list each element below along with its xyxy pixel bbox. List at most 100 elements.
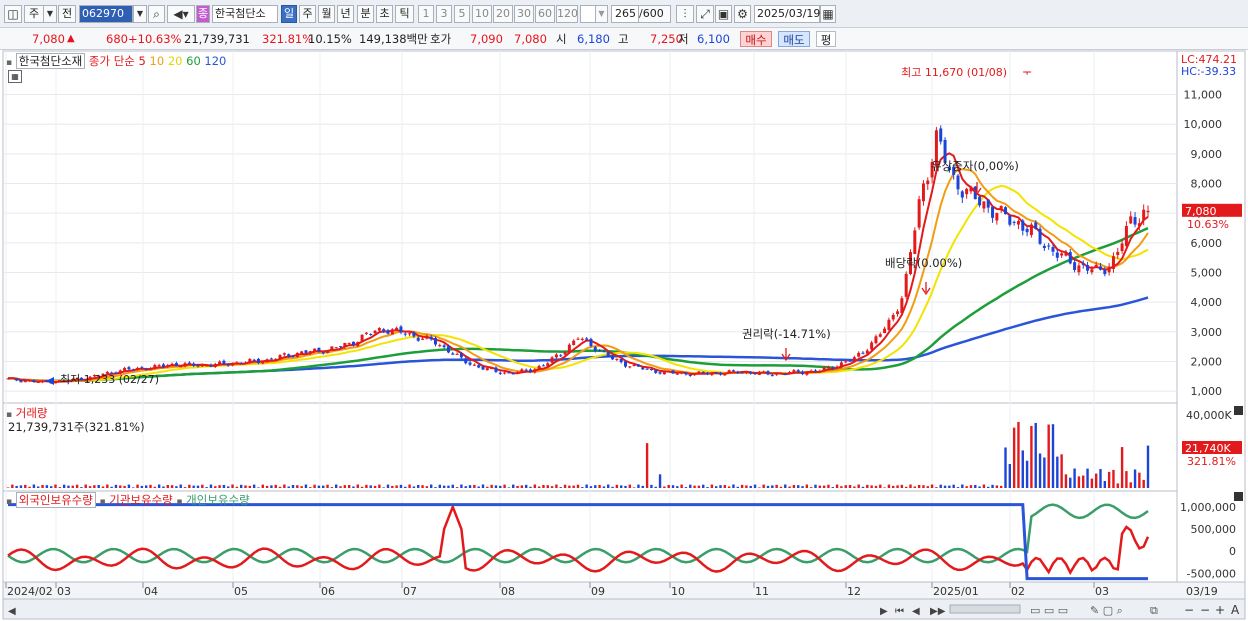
volume-bar: [252, 484, 256, 488]
tab-period-week[interactable]: 주: [299, 5, 316, 23]
speaker-icon[interactable]: ◀▾: [167, 5, 195, 23]
legend-foreign-holdings[interactable]: 외국인보유수량: [15, 492, 96, 508]
volume-bar: [930, 484, 934, 488]
candle-body: [580, 338, 584, 340]
candle-body: [783, 373, 787, 375]
volume-bar: [11, 484, 14, 488]
interval-dropdown-icon[interactable]: ▼: [595, 5, 608, 23]
chevron-down-icon[interactable]: ▼: [43, 5, 57, 23]
scroll-thumb[interactable]: [949, 604, 1021, 614]
scroll-start-icon[interactable]: ⏮: [895, 606, 904, 617]
candle-body: [369, 334, 373, 336]
candle-body: [209, 364, 213, 367]
legend-ma-10[interactable]: 10: [150, 54, 165, 68]
volume-title[interactable]: 거래량: [16, 406, 48, 420]
legend-ma-120[interactable]: 120: [204, 54, 226, 68]
sell-button[interactable]: 매도: [778, 31, 810, 47]
table-toggle-icon[interactable]: ▦: [8, 70, 22, 83]
volume-bar: [689, 484, 692, 488]
volume-bar: [874, 485, 878, 488]
legend-institution-holdings[interactable]: 기관보유수량: [109, 493, 172, 507]
candle-body: [563, 352, 567, 355]
volume-bar: [684, 487, 688, 488]
window-icon[interactable]: ◫: [4, 5, 22, 23]
calendar-icon[interactable]: ▦: [820, 5, 836, 23]
volume-bar: [654, 486, 657, 488]
legend-stock-name[interactable]: 한국첨단소재: [15, 53, 86, 69]
candle-body: [753, 373, 757, 375]
volume-bar: [628, 484, 632, 488]
volume-bar: [442, 485, 446, 488]
interval-120[interactable]: 120: [556, 5, 578, 23]
stock-name-field[interactable]: 한국첨단소: [212, 5, 278, 23]
legend-ma-60[interactable]: 60: [186, 54, 201, 68]
interval-5[interactable]: 5: [454, 5, 470, 23]
price-change: 680: [106, 32, 128, 46]
interval-20[interactable]: 20: [493, 5, 513, 23]
search-icon[interactable]: ⌕: [148, 5, 165, 23]
scroll-left-icon[interactable]: ◀: [8, 606, 16, 617]
interval-60[interactable]: 60: [535, 5, 555, 23]
buy-button[interactable]: 매수: [740, 31, 772, 47]
open-price: 6,180: [577, 32, 610, 46]
volume-bar: [943, 485, 947, 488]
volume-bar: [417, 484, 420, 488]
candle-body: [425, 335, 429, 339]
interval-3[interactable]: 3: [436, 5, 452, 23]
tab-period-day[interactable]: 일: [281, 5, 297, 23]
tab-period-second[interactable]: 초: [376, 5, 393, 23]
layout-icon[interactable]: ▭ ▭ ▭: [1030, 604, 1068, 617]
date-input[interactable]: 2025/03/19: [754, 5, 820, 23]
legend-ma-20[interactable]: 20: [168, 54, 183, 68]
scroll-next-icon[interactable]: ▶▶: [930, 606, 946, 617]
tab-period-month[interactable]: 월: [318, 5, 335, 23]
interval-10[interactable]: 10: [472, 5, 492, 23]
candle-body: [1025, 228, 1029, 233]
tool-icons[interactable]: ✎ ▢ ⌕: [1090, 604, 1123, 617]
candle-body: [956, 175, 960, 190]
volume-bar: [542, 484, 545, 488]
chart-canvas[interactable]: 11,00010,0009,0008,0007,0006,0005,0004,0…: [0, 50, 1248, 621]
scroll-right-icon[interactable]: ▶: [880, 606, 888, 617]
market-badge: 종: [196, 5, 210, 23]
candle-body: [805, 372, 809, 375]
legend-individual-holdings[interactable]: 개인보유수량: [186, 493, 249, 507]
tab-period-tick[interactable]: 틱: [395, 5, 414, 23]
font-size-icon[interactable]: A: [1231, 603, 1240, 617]
volume-bar: [961, 484, 964, 488]
trend-tool-icon[interactable]: ⤢: [696, 5, 714, 23]
low-marker-label: 최저 1,233 (02/27): [60, 373, 159, 386]
stock-code-input[interactable]: 062970: [79, 5, 133, 23]
candle-body: [891, 314, 895, 320]
legend-bullet-icon: ▪: [6, 497, 13, 507]
volume-bar: [723, 485, 727, 488]
tab-period-year[interactable]: 년: [337, 5, 354, 23]
code-dropdown-icon[interactable]: ▼: [133, 5, 147, 23]
high-marker-label: 최고 11,670 (01/08): [901, 66, 1007, 79]
compare-icon[interactable]: ⧉: [1150, 604, 1158, 617]
eval-button[interactable]: 평: [816, 31, 836, 47]
holdings-close-icon[interactable]: [1234, 492, 1243, 501]
interval-30[interactable]: 30: [514, 5, 534, 23]
volume-bar: [602, 486, 606, 488]
gear-icon[interactable]: ⚙: [734, 5, 751, 23]
legend-price-type[interactable]: 종가 단순: [89, 54, 135, 68]
low-label: 저: [678, 32, 689, 46]
candle-body: [1103, 270, 1107, 275]
tab-period-minute[interactable]: 분: [357, 5, 374, 23]
volume-bar: [270, 485, 273, 488]
count-input[interactable]: 265: [611, 5, 639, 23]
save-icon[interactable]: ▣: [715, 5, 732, 23]
volume-bar: [969, 485, 973, 488]
prev-button[interactable]: 전: [58, 5, 76, 23]
volume-close-icon[interactable]: [1234, 406, 1243, 415]
volume-bar: [745, 485, 748, 488]
candle-body: [10, 377, 14, 379]
scroll-prev-icon[interactable]: ◀: [912, 606, 920, 617]
zoom-in-icon[interactable]: +: [1215, 603, 1225, 617]
market-select[interactable]: 주: [24, 5, 44, 23]
zoom-out-icon[interactable]: −: [1184, 603, 1194, 617]
interval-1[interactable]: 1: [418, 5, 434, 23]
candle-type-icon[interactable]: ⫶: [676, 5, 694, 23]
legend-ma-5[interactable]: 5: [139, 54, 146, 68]
